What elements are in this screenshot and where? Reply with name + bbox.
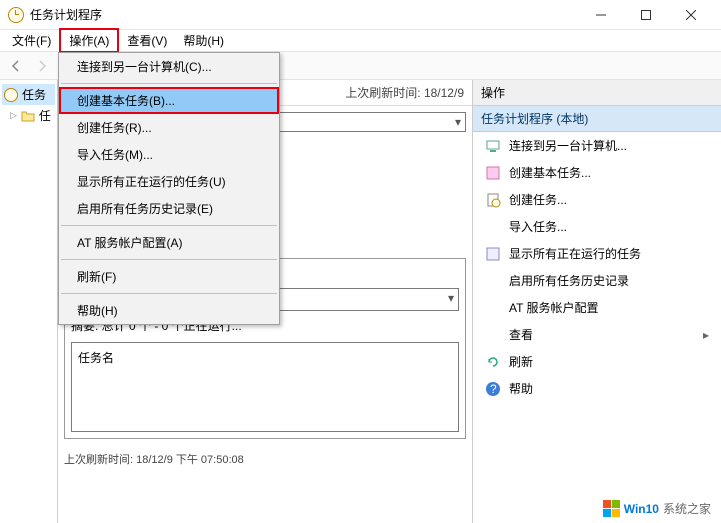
clock-icon [8,7,24,23]
action-help-label: 帮助 [509,380,533,397]
minimize-button[interactable] [578,1,623,29]
action-show-running[interactable]: 显示所有正在运行的任务 [473,240,721,267]
action-create-basic[interactable]: 创建基本任务... [473,159,721,186]
watermark-suffix: 系统之家 [663,500,711,517]
close-icon [686,10,696,20]
action-view[interactable]: 查看 ▸ [473,321,721,348]
help-icon: ? [485,381,501,397]
action-enable-history-label: 启用所有任务历史记录 [509,272,629,289]
forward-arrow-icon [35,59,49,73]
tree-library[interactable]: ▷ 任 [2,105,55,126]
menu-connect[interactable]: 连接到另一台计算机(C)... [59,53,279,80]
action-create-basic-label: 创建基本任务... [509,164,591,181]
window-title: 任务计划程序 [30,6,578,23]
watermark-brand: Win10 [624,502,659,516]
import-icon [485,219,501,235]
action-refresh[interactable]: 刷新 [473,348,721,375]
windows-logo-icon [603,500,620,517]
last-refresh-header: 上次刷新时间: 18/12/9 [345,84,464,101]
action-import-label: 导入任务... [509,218,567,235]
actions-section-title: 任务计划程序 (本地) [473,106,721,132]
menu-view[interactable]: 查看(V) [119,30,175,51]
action-menu-dropdown: 连接到另一台计算机(C)... 创建基本任务(B)... 创建任务(R)... … [58,52,280,325]
maximize-button[interactable] [623,1,668,29]
tree-root-label: 任务 [22,86,46,103]
action-import[interactable]: 导入任务... [473,213,721,240]
menu-show-running[interactable]: 显示所有正在运行的任务(U) [59,168,279,195]
folder-icon [21,110,35,122]
refresh-icon [485,354,501,370]
minimize-icon [596,10,606,20]
menu-enable-history[interactable]: 启用所有任务历史记录(E) [59,195,279,222]
running-icon [485,246,501,262]
actions-pane: 操作 任务计划程序 (本地) 连接到另一台计算机... 创建基本任务... 创建… [473,80,721,523]
menu-separator [61,225,277,226]
back-button[interactable] [4,55,28,77]
menu-help[interactable]: 帮助(H) [59,297,279,324]
footer-refresh-time: 上次刷新时间: 18/12/9 下午 07:50:08 [58,445,472,473]
menu-file[interactable]: 文件(F) [4,30,59,51]
titlebar: 任务计划程序 [0,0,721,30]
action-create-task[interactable]: 创建任务... [473,186,721,213]
tree-lib-label: 任 [39,107,51,124]
computer-icon [485,138,501,154]
menu-separator [61,259,277,260]
task-icon [485,192,501,208]
action-connect[interactable]: 连接到另一台计算机... [473,132,721,159]
clock-icon [4,88,18,102]
svg-text:?: ? [490,382,497,396]
maximize-icon [641,10,651,20]
action-at-service-label: AT 服务帐户配置 [509,299,599,316]
menu-action[interactable]: 操作(A) [59,28,119,53]
action-help[interactable]: ? 帮助 [473,375,721,402]
action-create-task-label: 创建任务... [509,191,567,208]
left-tree-pane: 任务 ▷ 任 [0,80,58,523]
wizard-icon [485,165,501,181]
chevron-right-icon: ▷ [10,110,17,121]
watermark: Win10 系统之家 [599,498,715,519]
action-refresh-label: 刷新 [509,353,533,370]
menu-help[interactable]: 帮助(H) [175,30,232,51]
at-config-icon [485,300,501,316]
chevron-right-icon: ▸ [703,328,709,342]
task-name-list[interactable]: 任务名 [71,342,459,432]
menu-separator [61,293,277,294]
close-button[interactable] [668,1,713,29]
menu-create-basic[interactable]: 创建基本任务(B)... [59,87,279,114]
history-icon [485,273,501,289]
back-arrow-icon [9,59,23,73]
action-at-service[interactable]: AT 服务帐户配置 [473,294,721,321]
forward-button[interactable] [30,55,54,77]
menu-create-task[interactable]: 创建任务(R)... [59,114,279,141]
tree-root[interactable]: 任务 [2,84,55,105]
action-view-label: 查看 [509,326,533,343]
view-icon [485,327,501,343]
action-enable-history[interactable]: 启用所有任务历史记录 [473,267,721,294]
actions-header: 操作 [473,80,721,106]
menu-refresh[interactable]: 刷新(F) [59,263,279,290]
task-name-header: 任务名 [78,349,452,366]
action-connect-label: 连接到另一台计算机... [509,137,627,154]
menubar: 文件(F) 操作(A) 查看(V) 帮助(H) [0,30,721,52]
menu-at-service[interactable]: AT 服务帐户配置(A) [59,229,279,256]
menu-import[interactable]: 导入任务(M)... [59,141,279,168]
action-show-running-label: 显示所有正在运行的任务 [509,245,641,262]
menu-separator [61,83,277,84]
